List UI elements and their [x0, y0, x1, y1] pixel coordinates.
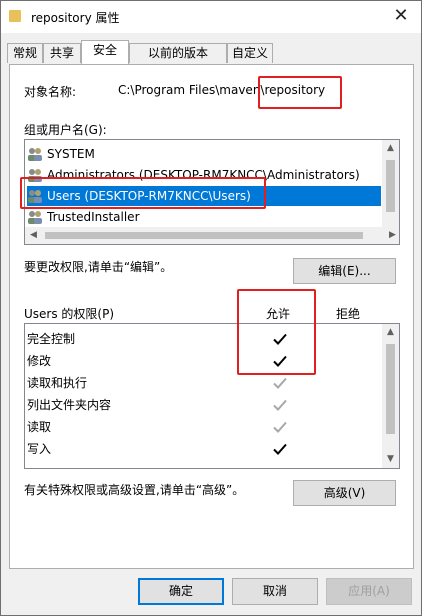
list-item[interactable]: SYSTEM — [27, 144, 381, 164]
title-bar: repository 属性 ✕ — [1, 1, 421, 33]
permissions-title: Users 的权限(P) — [24, 307, 115, 321]
permission-name: 读取和执行 — [27, 376, 88, 390]
highlight-allow-box — [237, 289, 316, 375]
scroll-down-icon[interactable]: ▼ — [382, 451, 399, 468]
permissions-list: 完全控制 修改 读取和执行 列出文件夹内容 读取 写入 ▲ ▼ — [24, 323, 400, 469]
permission-row: 读取 — [27, 416, 51, 438]
permission-row: 写入 — [27, 438, 51, 460]
list-item[interactable]: TrustedInstaller — [27, 207, 381, 227]
permission-name: 读取 — [27, 420, 52, 434]
close-button[interactable]: ✕ — [389, 5, 413, 29]
apply-button[interactable]: 应用(A) — [326, 578, 412, 605]
permissions-scrollbar[interactable]: ▲ ▼ — [382, 324, 399, 468]
list-item-label: TrustedInstaller — [47, 210, 140, 224]
tab-security[interactable]: 安全 — [81, 40, 129, 64]
permission-row: 修改 — [27, 350, 51, 372]
advanced-button[interactable]: 高级(V) — [293, 480, 396, 506]
permission-name: 完全控制 — [27, 332, 76, 346]
scroll-thumb[interactable] — [386, 160, 395, 212]
object-name-label: 对象名称: — [24, 85, 77, 99]
tab-general[interactable]: 常规 — [7, 43, 43, 63]
tab-customize[interactable]: 自定义 — [227, 43, 273, 63]
groups-horizontal-scrollbar[interactable]: ◀ ▶ — [25, 227, 399, 244]
groups-label: 组或用户名(G): — [24, 123, 107, 137]
edit-button[interactable]: 编辑(E)... — [293, 258, 396, 284]
edit-hint: 要更改权限,请单击“编辑”。 — [24, 260, 173, 274]
users-icon — [28, 148, 42, 161]
scroll-left-icon[interactable]: ◀ — [25, 227, 42, 244]
scroll-thumb[interactable] — [45, 232, 363, 239]
deny-header: 拒绝 — [336, 307, 361, 321]
users-icon — [28, 211, 42, 224]
check-icon — [273, 421, 287, 433]
properties-dialog: repository 属性 ✕ 常规 共享 安全 以前的版本 自定义 对象名称:… — [0, 0, 422, 616]
permission-row: 读取和执行 — [27, 372, 87, 394]
scroll-up-icon[interactable]: ▲ — [382, 324, 399, 341]
security-panel: 对象名称: C:\Program Files\maven\repository … — [9, 64, 414, 569]
permission-row: 列出文件夹内容 — [27, 394, 111, 416]
highlight-path-box — [258, 76, 342, 109]
folder-icon — [9, 10, 21, 22]
highlight-users-box — [20, 177, 266, 209]
check-icon — [273, 399, 287, 411]
permission-row: 完全控制 — [27, 328, 75, 350]
permission-name: 修改 — [27, 354, 52, 368]
permission-name: 写入 — [27, 442, 52, 456]
list-item-label: SYSTEM — [47, 147, 95, 161]
check-icon — [273, 443, 287, 455]
window-title: repository 属性 — [31, 11, 120, 25]
check-icon — [273, 377, 287, 389]
ok-button[interactable]: 确定 — [138, 578, 224, 605]
advanced-hint: 有关特殊权限或高级设置,请单击“高级”。 — [24, 483, 245, 497]
object-path-prefix: C:\Program Files\maven — [118, 83, 261, 97]
tab-previous-versions[interactable]: 以前的版本 — [129, 43, 227, 63]
scroll-up-icon[interactable]: ▲ — [382, 140, 399, 157]
groups-vertical-scrollbar[interactable]: ▲ — [382, 140, 399, 227]
cancel-button[interactable]: 取消 — [232, 578, 318, 605]
tab-sharing[interactable]: 共享 — [43, 43, 81, 63]
permission-name: 列出文件夹内容 — [27, 398, 112, 412]
scroll-thumb[interactable] — [386, 344, 395, 434]
scroll-right-icon[interactable]: ▶ — [384, 227, 399, 244]
